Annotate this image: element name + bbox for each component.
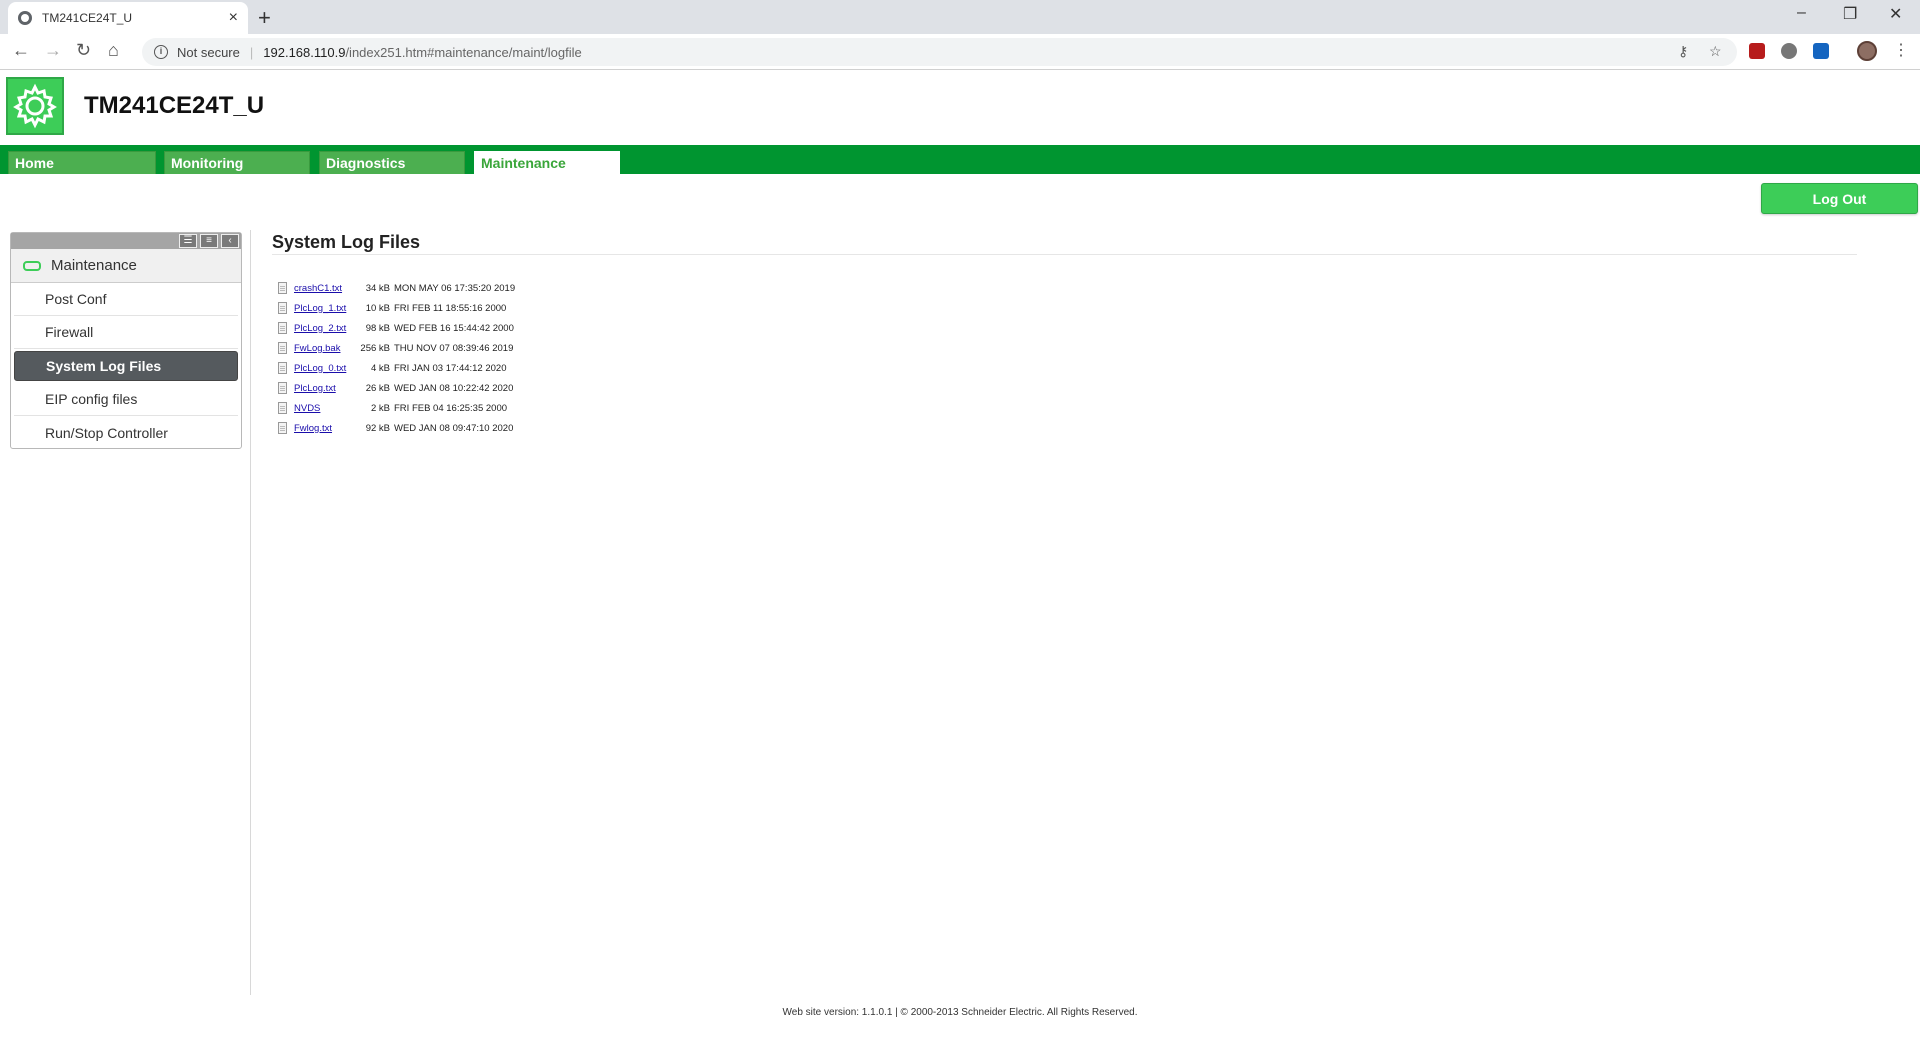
file-date: FRI JAN 03 17:44:12 2020 [394, 362, 507, 374]
file-row: Fwlog.txt 92 kB WED JAN 08 09:47:10 2020 [278, 418, 515, 438]
url-path: /index251.htm#maintenance/maint/logfile [345, 44, 582, 60]
file-link[interactable]: PlcLog_2.txt [294, 323, 350, 334]
logout-button[interactable]: Log Out [1761, 183, 1918, 214]
file-icon [278, 402, 287, 414]
file-row: PlcLog.txt 26 kB WED JAN 08 10:22:42 202… [278, 378, 515, 398]
file-size: 26 kB [365, 382, 390, 394]
tab-home[interactable]: Home [8, 151, 156, 174]
globe-icon [18, 11, 32, 25]
file-link[interactable]: Fwlog.txt [294, 423, 350, 434]
file-icon [278, 382, 287, 394]
file-icon [278, 282, 287, 294]
file-icon [278, 422, 287, 434]
collapse-sidebar-icon[interactable]: ‹ [221, 234, 239, 248]
tab-diagnostics[interactable]: Diagnostics [319, 151, 465, 174]
browser-tab[interactable]: TM241CE24T_U × [8, 2, 248, 34]
file-link[interactable]: PlcLog.txt [294, 383, 350, 394]
sidebar-item-firewall[interactable]: Firewall [14, 316, 238, 349]
address-bar[interactable]: i Not secure | 192.168.110.9 /index251.h… [142, 38, 1737, 66]
key-icon[interactable]: ⚷ [1678, 43, 1688, 60]
home-icon[interactable]: ⌂ [108, 40, 119, 61]
file-size: 10 kB [365, 302, 390, 314]
minimize-icon[interactable]: – [1797, 4, 1806, 22]
url-host: 192.168.110.9 [263, 44, 346, 60]
file-row: crashC1.txt 34 kB MON MAY 06 17:35:20 20… [278, 278, 515, 298]
file-size: 256 kB [360, 342, 390, 354]
file-size: 92 kB [365, 422, 390, 434]
close-tab-icon[interactable]: × [229, 9, 238, 27]
bookmark-star-icon[interactable]: ☆ [1709, 43, 1722, 60]
sidebar-item-system-log-files[interactable]: System Log Files [14, 351, 238, 381]
back-icon[interactable]: ← [12, 40, 30, 61]
profile-avatar[interactable] [1857, 41, 1877, 61]
web-page: TM241CE24T_U Home Monitoring Diagnostics… [0, 70, 1920, 1040]
translate-extension-icon[interactable] [1813, 43, 1829, 59]
file-date: WED JAN 08 10:22:42 2020 [394, 382, 514, 394]
file-row: PlcLog_0.txt 4 kB FRI JAN 03 17:44:12 20… [278, 358, 515, 378]
forward-icon[interactable]: → [44, 40, 62, 61]
file-date: FRI FEB 11 18:55:16 2000 [394, 302, 507, 314]
file-date: THU NOV 07 08:39:46 2019 [394, 342, 514, 354]
main-navbar: Home Monitoring Diagnostics Maintenance [0, 145, 1920, 174]
sidebar-item-post-conf[interactable]: Post Conf [14, 283, 238, 316]
file-row: PlcLog_1.txt 10 kB FRI FEB 11 18:55:16 2… [278, 298, 515, 318]
file-icon [278, 302, 287, 314]
sidebar-item-eip-config-files[interactable]: EIP config files [14, 383, 238, 416]
file-row: PlcLog_2.txt 98 kB WED FEB 16 15:44:42 2… [278, 318, 515, 338]
maintenance-icon [23, 260, 41, 271]
file-date: WED JAN 08 09:47:10 2020 [394, 422, 514, 434]
window-close-icon[interactable]: ✕ [1889, 4, 1902, 24]
new-tab-icon[interactable]: + [258, 5, 271, 31]
gear-logo-icon [6, 77, 64, 135]
file-date: WED FEB 16 15:44:42 2000 [394, 322, 514, 334]
file-list: crashC1.txt 34 kB MON MAY 06 17:35:20 20… [278, 278, 515, 438]
list-view-icon[interactable]: ☰ [179, 234, 197, 248]
url-separator: | [249, 44, 254, 60]
browser-tabbar: TM241CE24T_U × + – ❐ ✕ [0, 0, 1920, 34]
pdf-extension-icon[interactable] [1749, 43, 1765, 59]
file-row: FwLog.bak 256 kB THU NOV 07 08:39:46 201… [278, 338, 515, 358]
file-link[interactable]: PlcLog_1.txt [294, 303, 350, 314]
sidebar-section-label: Maintenance [51, 257, 137, 274]
file-link[interactable]: crashC1.txt [294, 283, 350, 294]
not-secure-label: Not secure [177, 44, 240, 60]
title-rule [272, 254, 1857, 255]
file-size: 2 kB [370, 402, 390, 414]
compact-view-icon[interactable]: ≡ [200, 234, 218, 248]
extension-icon[interactable] [1781, 43, 1797, 59]
tab-monitoring[interactable]: Monitoring [164, 151, 310, 174]
content-divider [250, 230, 251, 995]
file-icon [278, 342, 287, 354]
info-icon[interactable]: i [154, 45, 168, 59]
page-header: TM241CE24T_U [0, 70, 1920, 145]
tab-maintenance[interactable]: Maintenance [474, 151, 620, 174]
file-row: NVDS 2 kB FRI FEB 04 16:25:35 2000 [278, 398, 515, 418]
file-link[interactable]: NVDS [294, 403, 350, 414]
browser-toolbar: ← → ↻ ⌂ i Not secure | 192.168.110.9 /in… [0, 34, 1920, 70]
file-date: FRI FEB 04 16:25:35 2000 [394, 402, 508, 414]
sidebar-item-run-stop-controller[interactable]: Run/Stop Controller [14, 416, 238, 449]
sidebar-section-maintenance[interactable]: Maintenance [11, 249, 241, 283]
page-footer: Web site version: 1.1.0.1 | © 2000-2013 … [782, 1007, 1138, 1018]
browser-menu-icon[interactable]: ⋮ [1893, 40, 1909, 60]
file-link[interactable]: PlcLog_0.txt [294, 363, 350, 374]
restore-icon[interactable]: ❐ [1843, 4, 1857, 24]
file-icon [278, 362, 287, 374]
device-title: TM241CE24T_U [84, 92, 265, 119]
file-date: MON MAY 06 17:35:20 2019 [394, 282, 516, 294]
sidebar-header: ☰ ≡ ‹ [11, 233, 241, 249]
tab-title: TM241CE24T_U [42, 11, 133, 25]
file-size: 4 kB [370, 362, 390, 374]
reload-icon[interactable]: ↻ [76, 40, 91, 61]
sidebar: ☰ ≡ ‹ Maintenance Post Conf Firewall Sys… [10, 232, 242, 449]
file-icon [278, 322, 287, 334]
file-link[interactable]: FwLog.bak [294, 343, 350, 354]
file-size: 98 kB [365, 322, 390, 334]
file-size: 34 kB [365, 282, 390, 294]
page-title: System Log Files [272, 232, 421, 252]
